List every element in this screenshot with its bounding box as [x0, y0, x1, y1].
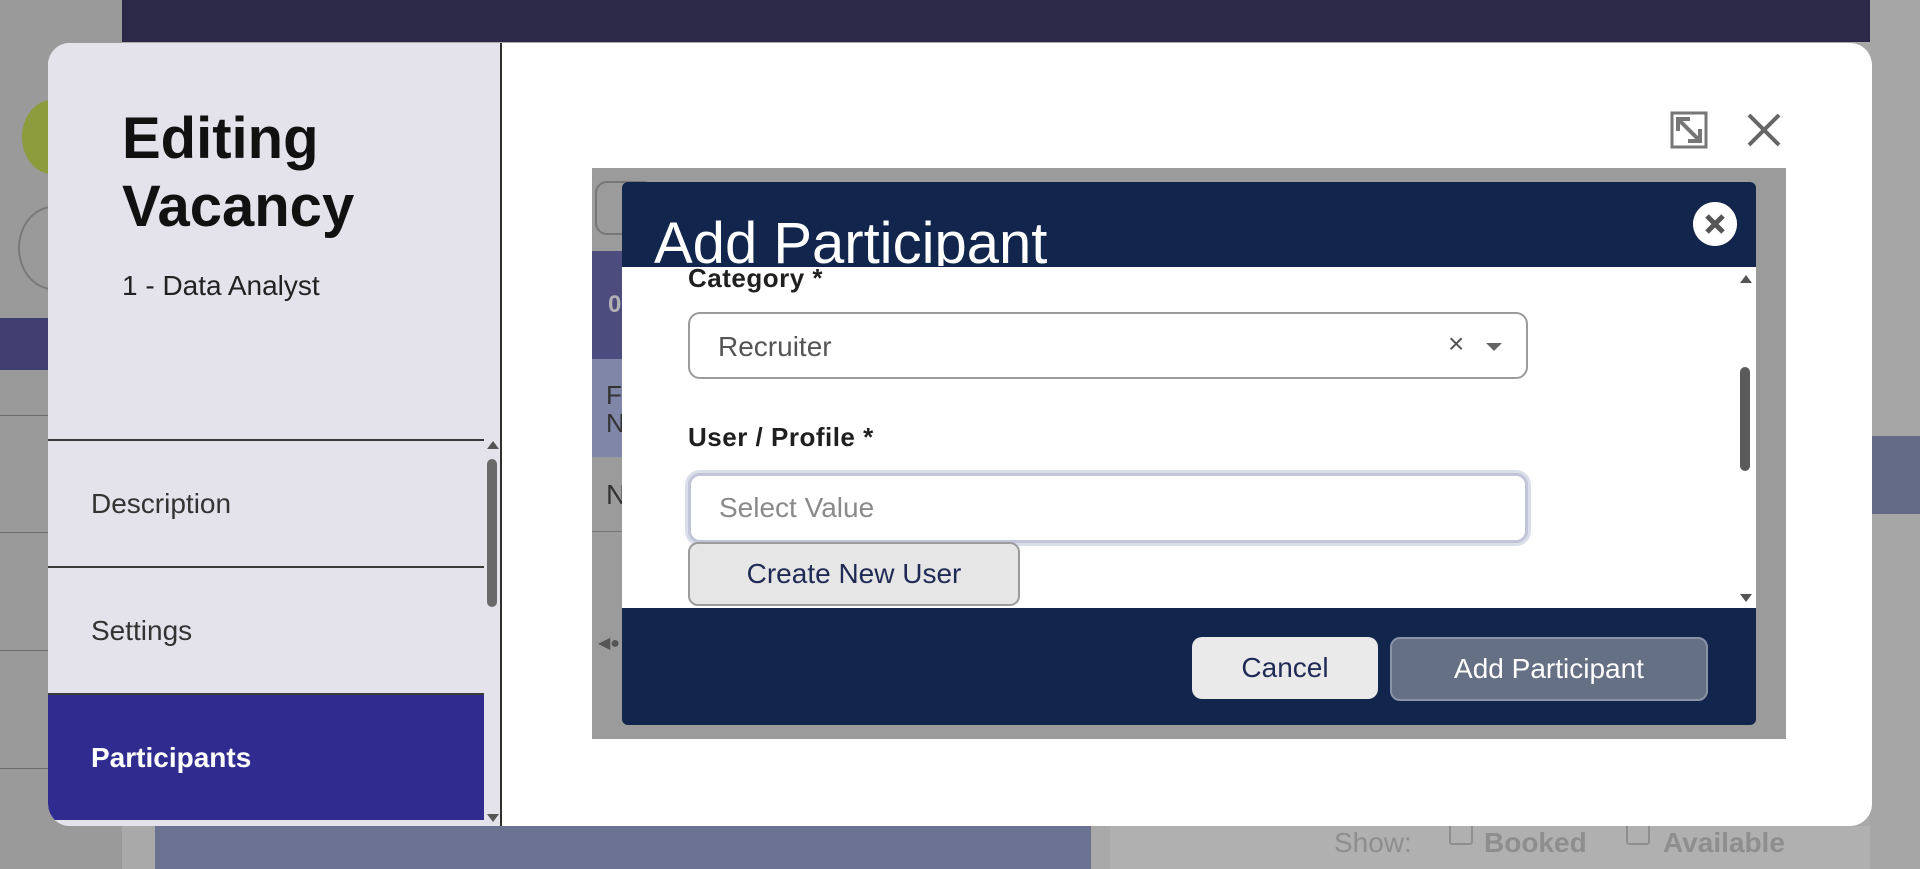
background-bottom-panel: [155, 826, 1091, 869]
editor-nav: Description Settings Participants: [48, 439, 484, 820]
category-value: Recruiter: [718, 331, 832, 362]
user-profile-input[interactable]: [688, 473, 1528, 543]
add-participant-button[interactable]: Add Participant: [1390, 637, 1708, 701]
chevron-down-icon[interactable]: [1486, 343, 1502, 351]
dialog-scrollbar[interactable]: [1736, 267, 1756, 608]
background-right-panel: [1870, 436, 1920, 514]
background-right-edge: [1870, 0, 1920, 869]
dialog-body: Category * Recruiter × User / Profile * …: [622, 267, 1756, 608]
cancel-button[interactable]: Cancel: [1192, 637, 1378, 699]
background-topbar: [122, 0, 1920, 42]
editor-sidebar: Editing Vacancy 1 - Data Analyst Descrip…: [48, 43, 502, 826]
clear-icon[interactable]: ×: [1448, 328, 1464, 360]
nav-item-participants[interactable]: Participants: [48, 693, 484, 820]
background-show-label: Show:: [1334, 827, 1412, 858]
create-new-user-button[interactable]: Create New User: [688, 542, 1020, 606]
scroll-up-icon[interactable]: [1740, 275, 1752, 283]
expand-icon[interactable]: [1670, 111, 1708, 149]
editor-subtitle: 1 - Data Analyst: [122, 270, 320, 301]
close-icon[interactable]: [1744, 110, 1784, 150]
background-available-label: Available: [1663, 827, 1785, 858]
nav-item-description[interactable]: Description: [48, 439, 484, 566]
close-icon[interactable]: [1693, 202, 1737, 246]
scroll-down-icon[interactable]: [487, 814, 499, 822]
editor-title: Editing Vacancy: [122, 106, 355, 239]
scroll-down-icon[interactable]: [1740, 594, 1752, 602]
scroll-thumb[interactable]: [487, 459, 497, 607]
dialog-title: Add Participant: [654, 212, 1048, 266]
nav-scrollbar[interactable]: [484, 439, 500, 826]
nav-item-settings[interactable]: Settings: [48, 566, 484, 693]
scroll-thumb[interactable]: [1740, 367, 1750, 471]
add-participant-dialog: Add Participant Category * Recruiter × U…: [622, 182, 1756, 725]
scroll-up-icon[interactable]: [487, 441, 499, 449]
background-pager-icon: ◀●: [598, 635, 620, 652]
user-profile-label: User / Profile *: [688, 422, 874, 452]
category-select[interactable]: Recruiter ×: [688, 312, 1528, 379]
category-label: Category *: [688, 267, 824, 293]
background-booked-label: Booked: [1484, 827, 1587, 858]
